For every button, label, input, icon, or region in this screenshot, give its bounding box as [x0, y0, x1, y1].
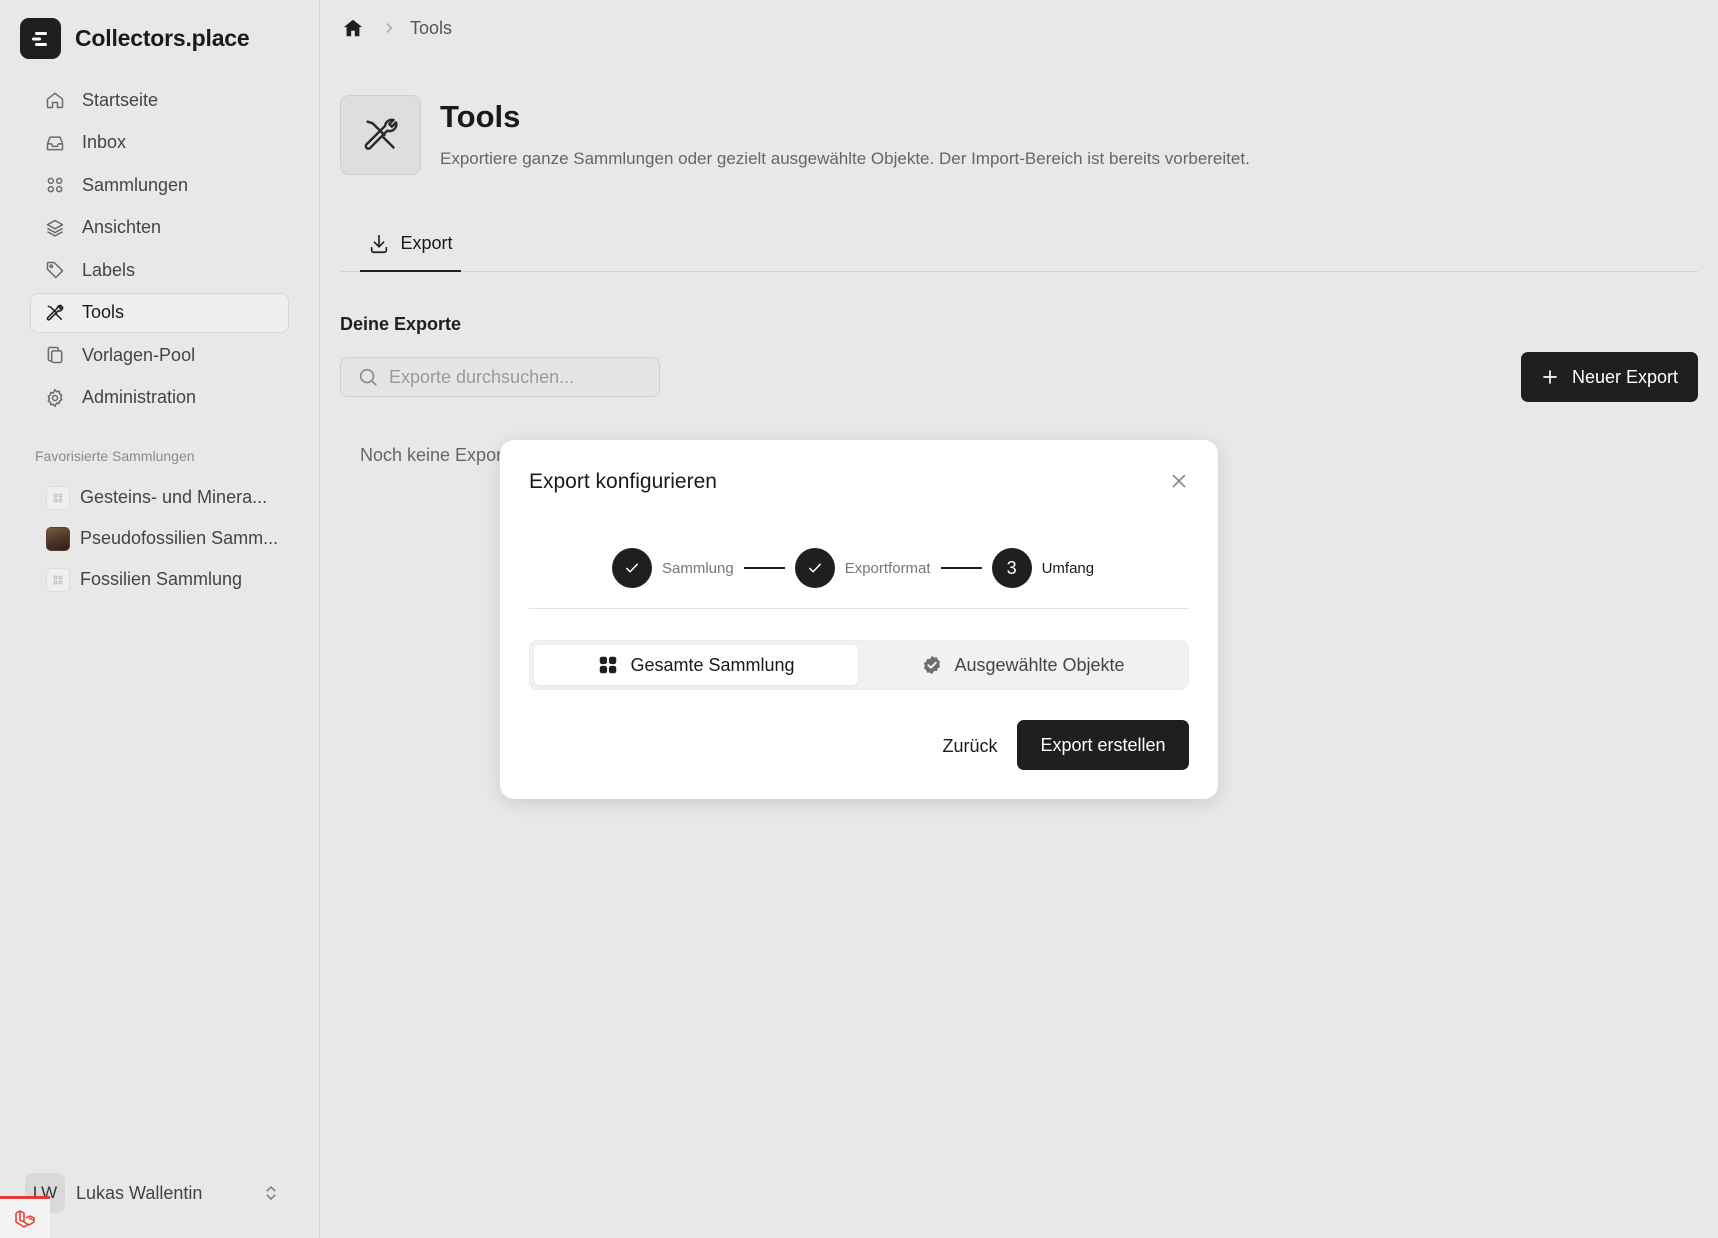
sidebar-item-label: Startseite	[82, 89, 159, 110]
sidebar-item-vorlagen-pool[interactable]: Vorlagen-Pool	[30, 335, 289, 375]
tools-icon	[45, 303, 65, 323]
tab-label: Export	[400, 233, 453, 253]
step-label: Exportformat	[844, 559, 931, 577]
new-export-label: Neuer Export	[1571, 366, 1679, 387]
step-current-indicator: 3	[991, 548, 1032, 588]
gear-icon	[45, 388, 65, 408]
create-export-button[interactable]: Export erstellen	[1017, 720, 1189, 770]
favorite-label: Fossilien Sammlung	[80, 569, 243, 589]
sidebar-item-label: Tools	[82, 302, 125, 322]
sidebar-item-label: Inbox	[82, 132, 127, 152]
stepper: Sammlung Exportformat 3 Umfang	[612, 548, 1094, 588]
tab-bar: Export	[340, 217, 1698, 272]
favorites-list: Gesteins- und Minera... Pseudofossilien …	[30, 477, 289, 600]
page-header: Tools Exportiere ganze Sammlungen oder g…	[340, 95, 1250, 175]
step-connector	[743, 567, 785, 569]
step-done-indicator	[612, 548, 652, 588]
favorite-label: Pseudofossilien Samm...	[80, 528, 279, 548]
option-selected-objects[interactable]: Ausgewählte Objekte	[860, 645, 1186, 685]
download-icon	[368, 233, 390, 255]
step-label: Sammlung	[662, 559, 734, 577]
option-label: Ausgewählte Objekte	[954, 654, 1125, 675]
option-entire-collection[interactable]: Gesamte Sammlung	[534, 645, 858, 685]
collection-thumbnail-image	[46, 526, 70, 551]
sidebar-item-label: Sammlungen	[82, 174, 189, 195]
favorite-item[interactable]: Gesteins- und Minera...	[30, 477, 289, 518]
divider	[529, 608, 1189, 609]
app-name: Collectors.place	[75, 25, 250, 51]
export-config-dialog: Export konfigurieren Sammlung Exportform…	[500, 440, 1218, 799]
scope-selector: Gesamte Sammlung Ausgewählte Objekte	[529, 640, 1189, 690]
chevron-up-down-icon	[262, 1184, 280, 1202]
step-done-indicator	[794, 548, 835, 588]
favorite-item[interactable]: Fossilien Sammlung	[30, 559, 289, 600]
page-title: Tools	[440, 99, 521, 134]
layers-icon	[45, 218, 65, 238]
sidebar-nav: Startseite Inbox Sammlungen Ansichten La…	[30, 80, 289, 420]
sidebar-item-label: Vorlagen-Pool	[82, 344, 196, 365]
home-icon	[45, 90, 65, 110]
laravel-logo-icon	[13, 1207, 37, 1231]
check-icon	[806, 559, 824, 577]
favorite-label: Gesteins- und Minera...	[80, 487, 268, 507]
chevron-right-icon	[382, 21, 396, 35]
tag-icon	[45, 260, 65, 280]
brand[interactable]: Collectors.place	[20, 18, 250, 59]
search-field[interactable]	[340, 357, 660, 397]
collection-thumbnail-icon	[46, 567, 70, 592]
check-badge-icon	[921, 654, 943, 676]
app-logo-icon	[20, 18, 61, 59]
step-connector	[940, 567, 982, 569]
plus-icon	[1541, 368, 1559, 386]
step-label: Umfang	[1041, 559, 1095, 577]
sidebar-item-label: Ansichten	[82, 217, 162, 237]
sidebar: Collectors.place Startseite Inbox Sammlu…	[0, 0, 320, 1238]
sidebar-item-ansichten[interactable]: Ansichten	[30, 208, 289, 248]
option-label: Gesamte Sammlung	[630, 654, 795, 675]
collection-thumbnail-icon	[46, 485, 70, 510]
sidebar-item-inbox[interactable]: Inbox	[30, 123, 289, 163]
search-icon	[357, 366, 379, 388]
sidebar-item-startseite[interactable]: Startseite	[30, 80, 289, 120]
sidebar-item-labels[interactable]: Labels	[30, 250, 289, 290]
new-export-button[interactable]: Neuer Export	[1521, 352, 1698, 402]
sidebar-item-administration[interactable]: Administration	[30, 378, 289, 418]
user-name: Lukas Wallentin	[76, 1182, 203, 1203]
grid-icon	[45, 175, 65, 195]
debug-toolbar-button[interactable]	[0, 1196, 50, 1238]
page-subtitle: Exportiere ganze Sammlungen oder gezielt…	[440, 149, 1250, 168]
close-icon[interactable]	[1168, 470, 1190, 492]
inbox-icon	[45, 133, 65, 153]
search-input[interactable]	[389, 366, 649, 388]
favorites-heading: Favorisierte Sammlungen	[35, 448, 195, 464]
dialog-title: Export konfigurieren	[529, 470, 717, 493]
tab-export[interactable]: Export	[360, 217, 461, 272]
exports-section-title: Deine Exporte	[340, 314, 462, 334]
check-icon	[623, 559, 641, 577]
grid-filled-icon	[597, 654, 619, 676]
favorite-item[interactable]: Pseudofossilien Samm...	[30, 518, 289, 559]
home-icon[interactable]	[342, 17, 364, 39]
copy-icon	[45, 345, 65, 365]
sidebar-item-label: Administration	[82, 387, 197, 407]
breadcrumb: Tools	[342, 16, 452, 40]
user-menu[interactable]: LW Lukas Wallentin	[25, 1172, 290, 1214]
tools-icon	[340, 95, 421, 175]
sidebar-item-tools[interactable]: Tools	[30, 292, 289, 333]
sidebar-item-sammlungen[interactable]: Sammlungen	[30, 165, 289, 205]
back-button[interactable]: Zurück	[920, 721, 1020, 771]
breadcrumb-current[interactable]: Tools	[410, 18, 452, 39]
sidebar-item-label: Labels	[82, 259, 136, 280]
empty-state-text: Noch keine Expor	[360, 445, 503, 465]
